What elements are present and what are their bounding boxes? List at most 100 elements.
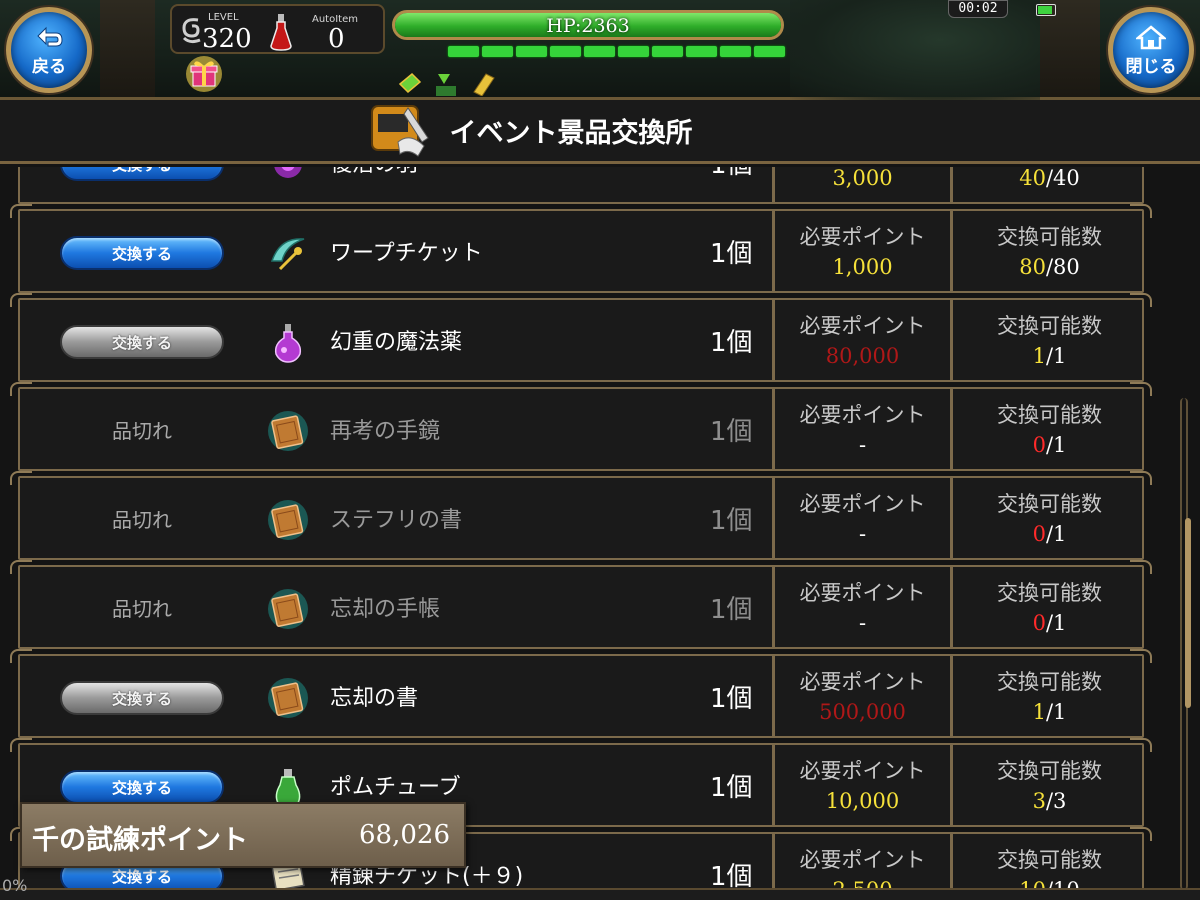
mp-segment xyxy=(720,46,751,57)
exchangeable-separator: / xyxy=(1045,522,1054,546)
list-item: 品切れ ステフリの書 1個 必要ポイント - 交換可能数 0/1 xyxy=(10,471,1146,560)
required-points-caption: 必要ポイント xyxy=(799,670,926,694)
item-name: 復活の羽 xyxy=(330,167,418,178)
hud-ornament-left xyxy=(100,0,155,97)
mp-segment xyxy=(448,46,479,57)
list-item: 品切れ 再考の手鏡 1個 必要ポイント - 交換可能数 0/1 xyxy=(10,382,1146,471)
mp-segment xyxy=(754,46,785,57)
item-quantity: 1個 xyxy=(710,595,753,625)
exchangeable-caption: 交換可能数 xyxy=(997,670,1102,694)
exchangeable-remaining: 0 xyxy=(1032,522,1046,546)
exchangeable-caption: 交換可能数 xyxy=(997,759,1102,783)
back-button[interactable]: 戻る xyxy=(6,7,92,93)
page-title: イベント景品交換所 xyxy=(449,118,693,149)
required-points-caption: 必要ポイント xyxy=(799,403,926,427)
mp-segment xyxy=(652,46,683,57)
points-panel: 千の試練ポイント 68,026 xyxy=(20,802,466,868)
battery-icon xyxy=(1036,4,1056,16)
required-points-value: - xyxy=(858,433,867,457)
exchangeable-count: 1/1 xyxy=(953,344,1146,368)
item-quantity: 1個 xyxy=(710,328,753,358)
bottom-bar xyxy=(0,888,1200,900)
close-button[interactable]: 閉じる xyxy=(1108,7,1194,93)
book-icon xyxy=(268,500,308,540)
exchange-list[interactable]: 交換する 復活の羽 1個 必要ポイント 3,000 交換可能数 40/40 交換… xyxy=(0,167,1200,890)
exchangeable-count: 3/3 xyxy=(953,789,1146,813)
exchangeable-total: 1 xyxy=(1053,433,1067,457)
exchangeable-remaining: 3 xyxy=(1032,789,1046,813)
exchangeable-separator: / xyxy=(1045,789,1054,813)
buff-icons xyxy=(398,72,495,96)
mp-segment xyxy=(686,46,717,57)
book-icon xyxy=(268,678,308,718)
item-name: 幻重の魔法薬 xyxy=(330,330,463,355)
item-quantity: 1個 xyxy=(710,862,753,890)
mp-segment xyxy=(516,46,547,57)
exchangeable-count: 1/1 xyxy=(953,700,1146,724)
exchange-button[interactable]: 交換する xyxy=(60,167,224,181)
item-name: ワープチケット xyxy=(330,241,483,266)
sold-out-label: 品切れ xyxy=(112,508,172,532)
exchange-button[interactable]: 交換する xyxy=(60,681,224,715)
exchangeable-remaining: 40 xyxy=(1019,167,1046,190)
exchangeable-caption: 交換可能数 xyxy=(997,314,1102,338)
required-points-value: 80,000 xyxy=(825,344,900,368)
warp-ticket-icon xyxy=(270,238,305,271)
exchangeable-count: 0/1 xyxy=(953,611,1146,635)
exchangeable-count: 0/1 xyxy=(953,522,1146,546)
exchangeable-caption: 交換可能数 xyxy=(997,581,1102,605)
scrollbar-thumb[interactable] xyxy=(1185,518,1191,708)
exchange-button[interactable]: 交換する xyxy=(60,325,224,359)
item-quantity: 1個 xyxy=(710,167,753,181)
title-bar: イベント景品交換所 xyxy=(0,100,1200,164)
list-item: 交換する 復活の羽 1個 必要ポイント 3,000 交換可能数 40/40 xyxy=(18,167,1144,204)
exchangeable-caption: 交換可能数 xyxy=(997,403,1102,427)
exchangeable-total: 3 xyxy=(1053,789,1067,813)
home-icon xyxy=(1136,24,1166,49)
required-points-caption: 必要ポイント xyxy=(799,759,926,783)
item-name: 忘却の手帳 xyxy=(330,597,441,622)
exchangeable-remaining: 0 xyxy=(1032,433,1046,457)
item-quantity: 1個 xyxy=(710,684,753,714)
back-arrow-icon xyxy=(37,26,63,46)
exchangeable-caption: 交換可能数 xyxy=(997,492,1102,516)
exchangeable-count: 0/1 xyxy=(953,433,1146,457)
exchangeable-total: 1 xyxy=(1053,344,1067,368)
book-icon xyxy=(268,411,308,451)
sold-out-label: 品切れ xyxy=(112,419,172,443)
exchangeable-separator: / xyxy=(1045,611,1054,635)
book-icon xyxy=(268,589,308,629)
revive-feather-icon xyxy=(274,167,302,178)
mp-segment xyxy=(618,46,649,57)
swirl-icon xyxy=(182,18,201,44)
required-points-value: - xyxy=(858,611,867,635)
exchangeable-remaining: 0 xyxy=(1032,611,1046,635)
sold-out-label: 品切れ xyxy=(112,597,172,621)
gift-icon[interactable] xyxy=(184,54,224,92)
item-name: ポムチューブ xyxy=(330,775,461,800)
loading-percent: 0% xyxy=(2,876,28,895)
exchangeable-total: 1 xyxy=(1053,522,1067,546)
required-points-caption: 必要ポイント xyxy=(799,314,926,338)
exchangeable-remaining: 1 xyxy=(1032,700,1046,724)
item-name: 再考の手鏡 xyxy=(330,419,441,444)
required-points-value: 3,000 xyxy=(832,167,893,190)
exchangeable-total: 80 xyxy=(1053,255,1080,279)
exchangeable-separator: / xyxy=(1045,255,1054,279)
level-value: 320 xyxy=(202,24,252,54)
red-potion-icon[interactable] xyxy=(268,12,294,52)
required-points-value: 1,000 xyxy=(832,255,893,279)
list-item: 交換する ワープチケット 1個 必要ポイント 1,000 交換可能数 80/80 xyxy=(10,204,1146,293)
clock: 00:02 xyxy=(948,0,1008,18)
top-hud: 戻る LEVEL 320 AutoItem 0 HP:2363 00:02 閉じ… xyxy=(0,0,1200,100)
exchange-button[interactable]: 交換する xyxy=(60,236,224,270)
exchange-button[interactable]: 交換する xyxy=(60,770,224,804)
required-points-caption: 必要ポイント xyxy=(799,492,926,516)
exchangeable-count: 40/40 xyxy=(953,167,1146,190)
list-item: 品切れ 忘却の手帳 1個 必要ポイント - 交換可能数 0/1 xyxy=(10,560,1146,649)
hp-bar: HP:2363 xyxy=(392,10,784,40)
mp-segment xyxy=(550,46,581,57)
exchangeable-count: 80/80 xyxy=(953,255,1146,279)
exchangeable-remaining: 80 xyxy=(1019,255,1046,279)
hp-label: HP:2363 xyxy=(546,15,630,37)
